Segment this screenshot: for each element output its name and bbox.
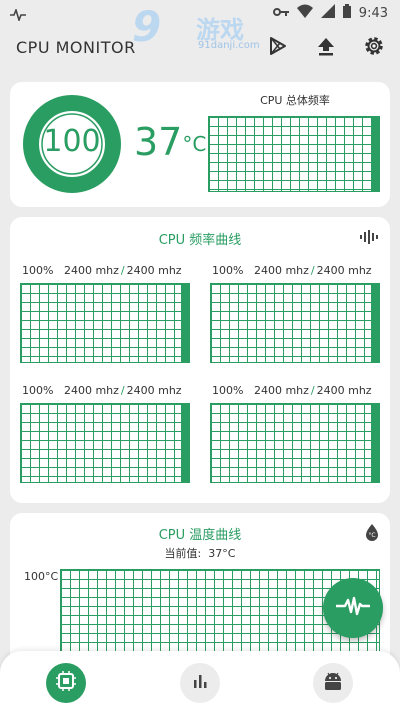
core-frequency-graph — [210, 283, 380, 363]
heartbeat-icon — [336, 596, 370, 620]
temperature-section-title: CPU 温度曲线 — [158, 528, 242, 543]
temperature-current-label: 当前值: — [164, 547, 202, 560]
nav-device-tab[interactable] — [313, 663, 353, 703]
core-frequency-fill — [370, 404, 379, 482]
upload-icon — [316, 36, 336, 60]
cpu-usage-value: 100 — [43, 124, 101, 159]
android-icon — [322, 671, 344, 695]
core-current-freq: 2400 mhz — [253, 264, 309, 277]
total-frequency-fill — [370, 117, 379, 191]
total-frequency-title: CPU 总体频率 — [260, 94, 330, 107]
cpu-temperature: 37°C — [134, 122, 206, 162]
temperature-current-value: 37°C — [208, 547, 236, 560]
nav-stats-tab[interactable] — [180, 663, 220, 703]
temperature-y-max: 100°C — [24, 570, 59, 583]
cpu-temperature-value: 37 — [134, 120, 183, 164]
overview-card: 100 37°C CPU 总体频率 — [10, 82, 390, 207]
svg-text:°C: °C — [368, 532, 375, 539]
core-freq-label: 100% 2400 mhz/2400 mhz — [212, 384, 372, 397]
core-max-freq: 2400 mhz — [126, 264, 182, 277]
total-frequency-graph — [208, 116, 380, 192]
waveform-icon — [360, 229, 380, 248]
signal-icon — [320, 4, 335, 22]
core-current-freq: 2400 mhz — [63, 264, 119, 277]
core-frequency-fill — [180, 404, 189, 482]
settings-button[interactable] — [362, 36, 386, 60]
settings-icon — [363, 35, 385, 61]
play-store-icon — [268, 36, 288, 60]
core-frequency-graph — [20, 283, 190, 363]
core-frequency-fill — [180, 284, 189, 362]
key-icon — [272, 6, 289, 21]
upload-button[interactable] — [314, 36, 338, 60]
play-store-button[interactable] — [266, 36, 290, 60]
core-percent: 100% — [22, 264, 54, 277]
thermometer-icon: °C — [364, 523, 380, 545]
core-frequency-fill — [370, 284, 379, 362]
app-toolbar: CPU MONITOR 9 游戏 91danji.com — [0, 2, 400, 72]
pulse-icon — [10, 6, 26, 25]
core-current-freq: 2400 mhz — [63, 384, 119, 397]
core-percent: 100% — [212, 384, 244, 397]
wifi-icon — [296, 4, 313, 22]
core-max-freq: 2400 mhz — [316, 384, 372, 397]
bar-chart-icon — [191, 672, 209, 694]
core-freq-label: 100% 2400 mhz/2400 mhz — [22, 264, 182, 277]
cpu-temperature-unit: °C — [182, 132, 207, 156]
core-freq-label: 100% 2400 mhz/2400 mhz — [212, 264, 372, 277]
core-freq-label: 100% 2400 mhz/2400 mhz — [22, 384, 182, 397]
core-current-freq: 2400 mhz — [253, 384, 309, 397]
core-percent: 100% — [212, 264, 244, 277]
core-max-freq: 2400 mhz — [316, 264, 372, 277]
watermark-number: 9 — [132, 2, 162, 51]
core-max-freq: 2400 mhz — [126, 384, 182, 397]
clock-time: 9:43 — [358, 5, 388, 21]
bottom-navigation — [0, 651, 400, 711]
core-percent: 100% — [22, 384, 54, 397]
watermark-url: 91danji.com — [198, 40, 260, 51]
core-frequency-graph — [20, 403, 190, 483]
core-frequency-graph — [210, 403, 380, 483]
cpu-chip-icon — [55, 670, 77, 696]
frequency-section-title: CPU 频率曲线 — [158, 233, 242, 248]
monitor-fab-button[interactable] — [323, 578, 383, 638]
frequency-card: CPU 频率曲线 100% 2400 mhz/2400 mhz 100% 240… — [10, 217, 390, 503]
app-title: CPU MONITOR — [16, 38, 136, 57]
nav-cpu-tab[interactable] — [46, 663, 86, 703]
battery-icon — [342, 4, 351, 22]
watermark-logo: 9 游戏 91danji.com — [132, 2, 272, 56]
temperature-current: 当前值: 37°C — [10, 545, 390, 561]
